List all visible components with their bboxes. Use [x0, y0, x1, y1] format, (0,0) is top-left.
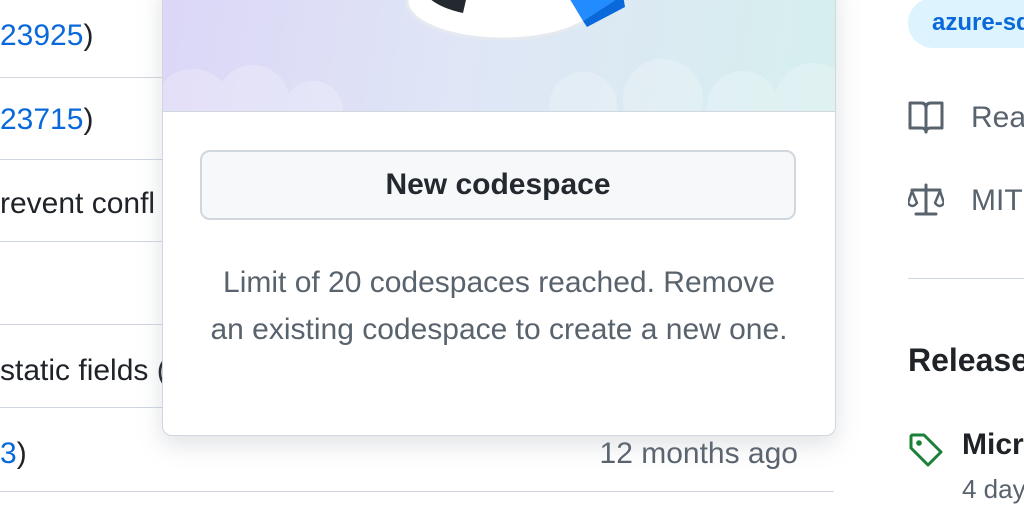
codespaces-popup: New codespace Limit of 20 codespaces rea…: [162, 0, 836, 436]
cloud-character-icon: [405, 0, 625, 41]
scale-icon: [908, 183, 944, 216]
commit-message[interactable]: static fields (: [0, 353, 167, 389]
latest-release-name[interactable]: Microsoft: [962, 428, 1024, 462]
commit-message: 3): [0, 437, 27, 470]
commit-message: 23715): [0, 103, 94, 136]
latest-release-date: 4 days ago: [962, 474, 1024, 504]
pr-link[interactable]: 23715: [0, 103, 83, 136]
pr-link[interactable]: 23925: [0, 19, 83, 52]
commit-message[interactable]: revent confl: [0, 186, 155, 222]
commit-age: 12 months ago: [599, 437, 798, 470]
codespace-limit-message: Limit of 20 codespaces reached. Remove a…: [210, 266, 788, 346]
tag-icon: [909, 433, 943, 467]
releases-heading[interactable]: Releases: [908, 342, 1024, 379]
commit-message: 23925): [0, 19, 94, 52]
readme-label: Readme: [971, 101, 1024, 134]
license-label: MIT license: [971, 184, 1024, 217]
topic-tag[interactable]: azure-sdk: [908, 0, 1024, 48]
new-codespace-button[interactable]: New codespace: [200, 150, 796, 220]
repo-sidebar: azure-sdk Readme MIT license Releases Mi…: [834, 0, 1024, 512]
sidebar-divider: [908, 278, 1024, 279]
pr-link[interactable]: 3: [0, 437, 17, 470]
codespaces-illustration: [163, 0, 835, 112]
book-icon: [908, 101, 944, 134]
